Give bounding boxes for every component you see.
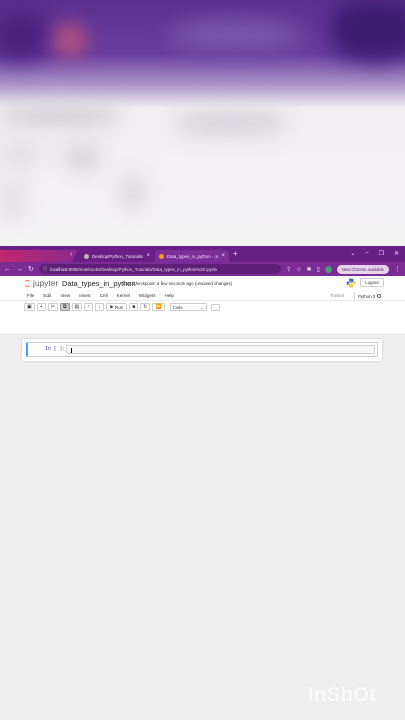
run-icon: ▶	[110, 304, 114, 309]
checkpoint-status: Last Checkpoint: a few seconds ago (unsa…	[123, 281, 232, 286]
blur-shape	[120, 175, 145, 210]
kernel-indicator: Python 3	[354, 292, 382, 300]
blurred-background	[0, 0, 405, 246]
kernel-name: Python 3	[358, 293, 376, 299]
tab-close-icon[interactable]: ×	[221, 253, 225, 259]
blur-shape	[65, 145, 100, 170]
blur-shape	[0, 105, 120, 125]
run-label: Run	[114, 304, 124, 310]
checkpoint-text: Last Checkpoint: a few seconds ago	[123, 281, 194, 286]
move-down-icon[interactable]: ↓	[95, 303, 105, 311]
url-input[interactable]: ⓘ localhost:8888/notebooks/Desktop/Pytho…	[38, 264, 282, 274]
minimize-icon[interactable]: –	[365, 250, 368, 257]
menu-kebab-icon[interactable]: ⋮	[394, 265, 401, 273]
tab-scroll-left-icon[interactable]: ‹	[70, 251, 72, 258]
close-window-icon[interactable]: ✕	[394, 250, 399, 257]
jupyter-app: jupyter Data_types_in_python Last Checkp…	[0, 276, 405, 341]
menu-edit[interactable]: Edit	[43, 293, 51, 298]
notebook-container: In [ ]:	[0, 333, 405, 720]
menu-help[interactable]: Help	[165, 293, 174, 298]
kernel-status-icon	[377, 294, 382, 298]
restart-run-all-icon[interactable]: ⏩	[152, 303, 165, 311]
trusted-indicator[interactable]: Trusted	[330, 293, 344, 298]
blur-shape	[55, 25, 85, 55]
blur-shape	[0, 180, 25, 220]
command-palette-icon[interactable]	[210, 303, 220, 311]
profile-avatar[interactable]	[324, 265, 332, 273]
jupyter-header: jupyter Data_types_in_python Last Checkp…	[0, 276, 405, 291]
menu-view[interactable]: View	[60, 293, 70, 298]
share-icon[interactable]: ⇪	[286, 266, 291, 273]
blur-shape	[0, 10, 50, 60]
tab-desktop-folder[interactable]: Desktop/Python_Tutorials/ ×	[80, 250, 154, 262]
window-controls: ⌄ – ❐ ✕	[350, 250, 399, 257]
cut-icon[interactable]: ✂	[47, 303, 58, 311]
chevron-down-icon: ⌄	[200, 304, 204, 310]
interrupt-icon[interactable]: ■	[129, 303, 139, 311]
cell-type-value: Code	[172, 304, 183, 310]
run-button[interactable]: ▶ Run	[106, 303, 128, 311]
cell-type-select[interactable]: Code ⌄	[169, 303, 207, 311]
menu-file[interactable]: File	[27, 293, 34, 298]
tab-close-icon[interactable]: ×	[146, 253, 150, 259]
paste-icon[interactable]: ▤	[71, 303, 83, 311]
tab-search-icon[interactable]: ⌄	[350, 250, 355, 257]
restore-icon[interactable]: ❐	[379, 250, 384, 257]
tab-label: Data_types_in_python - Jupyte	[167, 253, 218, 259]
jupyter-logo-text: jupyter	[33, 279, 59, 288]
tab-strip: ‹ Desktop/Python_Tutorials/ × Data_types…	[0, 246, 405, 262]
tab-label: Desktop/Python_Tutorials/	[92, 253, 144, 259]
watermark: InShOt	[308, 684, 377, 706]
save-icon[interactable]: ▣	[24, 303, 35, 311]
notebook-toolbar: ▣ + ✂ ⧉ ▤ ↑ ↓ ▶ Run ■ ↻ ⏩ Code ⌄	[0, 301, 405, 313]
sidepanel-icon[interactable]: ▯	[317, 266, 320, 273]
python-logo-icon	[346, 278, 356, 288]
cell-prompt: In [ ]:	[45, 347, 66, 352]
restart-icon[interactable]: ↻	[140, 303, 151, 311]
browser-window: ‹ Desktop/Python_Tutorials/ × Data_types…	[0, 246, 405, 720]
menu-cell[interactable]: Cell	[100, 293, 108, 298]
code-cell[interactable]: In [ ]:	[26, 342, 378, 357]
bookmark-star-icon[interactable]: ☆	[296, 266, 301, 273]
text-caret	[71, 348, 72, 353]
blur-shape	[170, 20, 300, 50]
site-info-icon[interactable]: ⓘ	[43, 266, 47, 272]
menu-widgets[interactable]: Widgets	[139, 293, 156, 298]
chrome-update-button[interactable]: New Chrome available	[336, 264, 389, 274]
unsaved-changes-text: (unsaved changes)	[194, 281, 233, 286]
url-action-icons: ⇪ ☆ ✱ ▯	[286, 266, 320, 273]
forward-icon[interactable]: →	[16, 266, 23, 273]
jupyter-logo-icon	[24, 280, 31, 287]
move-up-icon[interactable]: ↑	[84, 303, 94, 311]
reload-icon[interactable]: ↻	[28, 265, 34, 273]
menu-insert[interactable]: Insert	[79, 293, 91, 298]
menu-bar: File Edit View Insert Cell Kernel Widget…	[0, 291, 405, 301]
jupyter-favicon-icon	[159, 253, 164, 259]
blur-shape	[175, 110, 285, 135]
copy-icon[interactable]: ⧉	[59, 303, 70, 311]
insert-cell-icon[interactable]: +	[36, 303, 46, 311]
tab-notebook[interactable]: Data_types_in_python - Jupyte ×	[155, 250, 229, 262]
logout-button[interactable]: Logout	[360, 278, 384, 287]
notebook-page: In [ ]:	[22, 339, 382, 361]
menu-kernel[interactable]: Kernel	[117, 293, 130, 298]
back-icon[interactable]: ←	[4, 266, 11, 273]
blur-shape	[0, 145, 40, 165]
cell-input[interactable]	[66, 345, 375, 354]
folder-favicon-icon	[84, 253, 89, 259]
jupyter-logo[interactable]: jupyter	[24, 279, 58, 288]
new-tab-icon[interactable]: +	[233, 249, 238, 258]
tab-group-indicator	[0, 250, 78, 262]
address-bar-row: ← → ↻ ⓘ localhost:8888/notebooks/Desktop…	[0, 262, 405, 276]
url-text: localhost:8888/notebooks/Desktop/Python_…	[50, 266, 217, 272]
blur-shape	[330, 0, 405, 60]
extensions-icon[interactable]: ✱	[307, 266, 312, 273]
